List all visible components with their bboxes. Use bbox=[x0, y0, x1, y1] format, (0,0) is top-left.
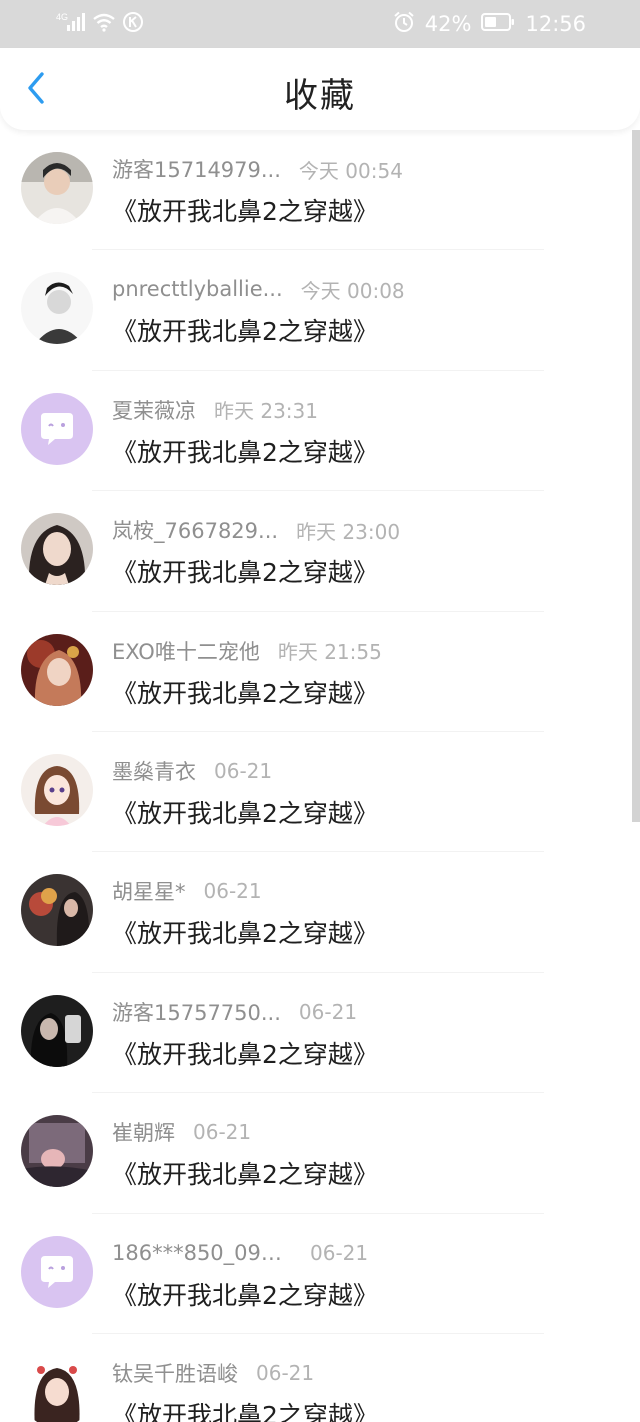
username[interactable]: 游客15714979... bbox=[112, 154, 281, 184]
timestamp: 昨天 21:55 bbox=[277, 640, 382, 665]
username[interactable]: 墨燊青衣 bbox=[112, 756, 196, 786]
list-item[interactable]: 游客15757750... 06-21 《放开我北鼻2之穿越》 bbox=[0, 973, 640, 1094]
item-title[interactable]: 《放开我北鼻2之穿越》 bbox=[112, 312, 378, 348]
avatar[interactable] bbox=[21, 1115, 93, 1188]
timestamp: 06-21 bbox=[298, 999, 358, 1024]
item-title[interactable]: 《放开我北鼻2之穿越》 bbox=[112, 914, 378, 950]
default-avatar[interactable] bbox=[21, 392, 93, 465]
timestamp: 06-21 bbox=[193, 1120, 252, 1145]
item-meta: 胡星星* 06-21 bbox=[112, 876, 262, 906]
item-meta: pnrecttlyballie... 今天 00:08 bbox=[112, 274, 405, 304]
default-avatar[interactable] bbox=[21, 1235, 93, 1308]
item-title[interactable]: 《放开我北鼻2之穿越》 bbox=[112, 674, 378, 710]
alarm-icon bbox=[393, 11, 415, 37]
item-meta: 游客15714979... 今天 00:54 bbox=[112, 154, 403, 184]
item-title[interactable]: 《放开我北鼻2之穿越》 bbox=[112, 192, 378, 228]
item-title[interactable]: 《放开我北鼻2之穿越》 bbox=[112, 1276, 378, 1312]
username[interactable]: 岚桉_7667829... bbox=[112, 515, 278, 545]
username[interactable]: 游客15757750... bbox=[112, 997, 281, 1027]
timestamp: 今天 00:08 bbox=[300, 278, 405, 303]
username[interactable]: 夏茉薇凉 bbox=[112, 395, 196, 425]
list-item[interactable]: 钛吴千胜语峻 06-21 《放开我北鼻2之穿越》 bbox=[0, 1334, 640, 1422]
avatar[interactable] bbox=[21, 152, 93, 224]
list-item[interactable]: 崔朝辉 06-21 《放开我北鼻2之穿越》 bbox=[0, 1093, 640, 1214]
item-title[interactable]: 《放开我北鼻2之穿越》 bbox=[112, 433, 378, 469]
item-title[interactable]: 《放开我北鼻2之穿越》 bbox=[112, 794, 378, 830]
item-title[interactable]: 《放开我北鼻2之穿越》 bbox=[112, 1035, 378, 1071]
username[interactable]: 钛吴千胜语峻 bbox=[112, 1358, 238, 1388]
avatar[interactable] bbox=[21, 1355, 93, 1422]
list-item[interactable]: 岚桉_7667829... 昨天 23:00 《放开我北鼻2之穿越》 bbox=[0, 491, 640, 612]
timestamp: 06-21 bbox=[203, 879, 262, 904]
item-meta: EXO唯十二宠他 昨天 21:55 bbox=[112, 636, 382, 666]
timestamp: 今天 00:54 bbox=[298, 158, 403, 183]
list-item[interactable]: pnrecttlyballie... 今天 00:08 《放开我北鼻2之穿越》 bbox=[0, 250, 640, 371]
scrollbar[interactable] bbox=[632, 130, 640, 822]
timestamp: 06-21 bbox=[310, 1240, 369, 1265]
item-meta: 186***850_093... 06-21 bbox=[112, 1238, 368, 1268]
username[interactable]: 崔朝辉 bbox=[112, 1117, 175, 1147]
k-circle-icon bbox=[122, 11, 144, 37]
list-item[interactable]: 游客15714979... 今天 00:54 《放开我北鼻2之穿越》 bbox=[0, 130, 640, 251]
battery-icon bbox=[481, 12, 515, 36]
item-meta: 墨燊青衣 06-21 bbox=[112, 756, 272, 786]
item-meta: 崔朝辉 06-21 bbox=[112, 1117, 251, 1147]
page-title: 收藏 bbox=[284, 76, 356, 116]
timestamp: 06-21 bbox=[256, 1360, 315, 1385]
item-meta: 岚桉_7667829... 昨天 23:00 bbox=[112, 515, 400, 545]
network-type-label: 4G bbox=[56, 12, 68, 22]
favorites-list: 游客15714979... 今天 00:54 《放开我北鼻2之穿越》 pnrec… bbox=[0, 130, 640, 1422]
list-item[interactable]: 墨燊青衣 06-21 《放开我北鼻2之穿越》 bbox=[0, 732, 640, 853]
clock: 12:56 bbox=[525, 12, 586, 36]
wifi-icon bbox=[92, 12, 116, 36]
item-meta: 钛吴千胜语峻 06-21 bbox=[112, 1358, 314, 1388]
item-title[interactable]: 《放开我北鼻2之穿越》 bbox=[112, 1155, 378, 1191]
item-title[interactable]: 《放开我北鼻2之穿越》 bbox=[112, 553, 378, 589]
username[interactable]: pnrecttlyballie... bbox=[112, 277, 283, 301]
list-item[interactable]: 186***850_093... 06-21 《放开我北鼻2之穿越》 bbox=[0, 1214, 640, 1334]
timestamp: 昨天 23:31 bbox=[214, 399, 318, 424]
avatar[interactable] bbox=[21, 753, 93, 826]
header: 收藏 bbox=[0, 48, 640, 130]
avatar[interactable] bbox=[21, 994, 93, 1067]
status-left: 4G bbox=[56, 10, 144, 38]
list-item[interactable]: 胡星星* 06-21 《放开我北鼻2之穿越》 bbox=[0, 852, 640, 973]
avatar[interactable] bbox=[21, 874, 93, 947]
item-meta: 游客15757750... 06-21 bbox=[112, 997, 357, 1027]
avatar[interactable] bbox=[21, 633, 93, 706]
username[interactable]: 胡星星* bbox=[112, 876, 186, 906]
list-item[interactable]: 夏茉薇凉 昨天 23:31 《放开我北鼻2之穿越》 bbox=[0, 371, 640, 492]
item-meta: 夏茉薇凉 昨天 23:31 bbox=[112, 395, 318, 425]
username[interactable]: 186***850_093... bbox=[112, 1241, 292, 1265]
timestamp: 06-21 bbox=[214, 758, 273, 783]
list-item[interactable]: EXO唯十二宠他 昨天 21:55 《放开我北鼻2之穿越》 bbox=[0, 612, 640, 732]
signal-icon: 4G bbox=[56, 11, 86, 37]
avatar[interactable] bbox=[21, 272, 93, 345]
status-right: 42% 12:56 bbox=[393, 10, 586, 38]
status-bar: 4G 42% 12:56 bbox=[0, 0, 640, 48]
item-title[interactable]: 《放开我北鼻2之穿越》 bbox=[112, 1396, 378, 1422]
avatar[interactable] bbox=[21, 513, 93, 586]
battery-percent: 42% bbox=[424, 12, 472, 36]
timestamp: 昨天 23:00 bbox=[296, 519, 401, 544]
username[interactable]: EXO唯十二宠他 bbox=[112, 636, 260, 666]
